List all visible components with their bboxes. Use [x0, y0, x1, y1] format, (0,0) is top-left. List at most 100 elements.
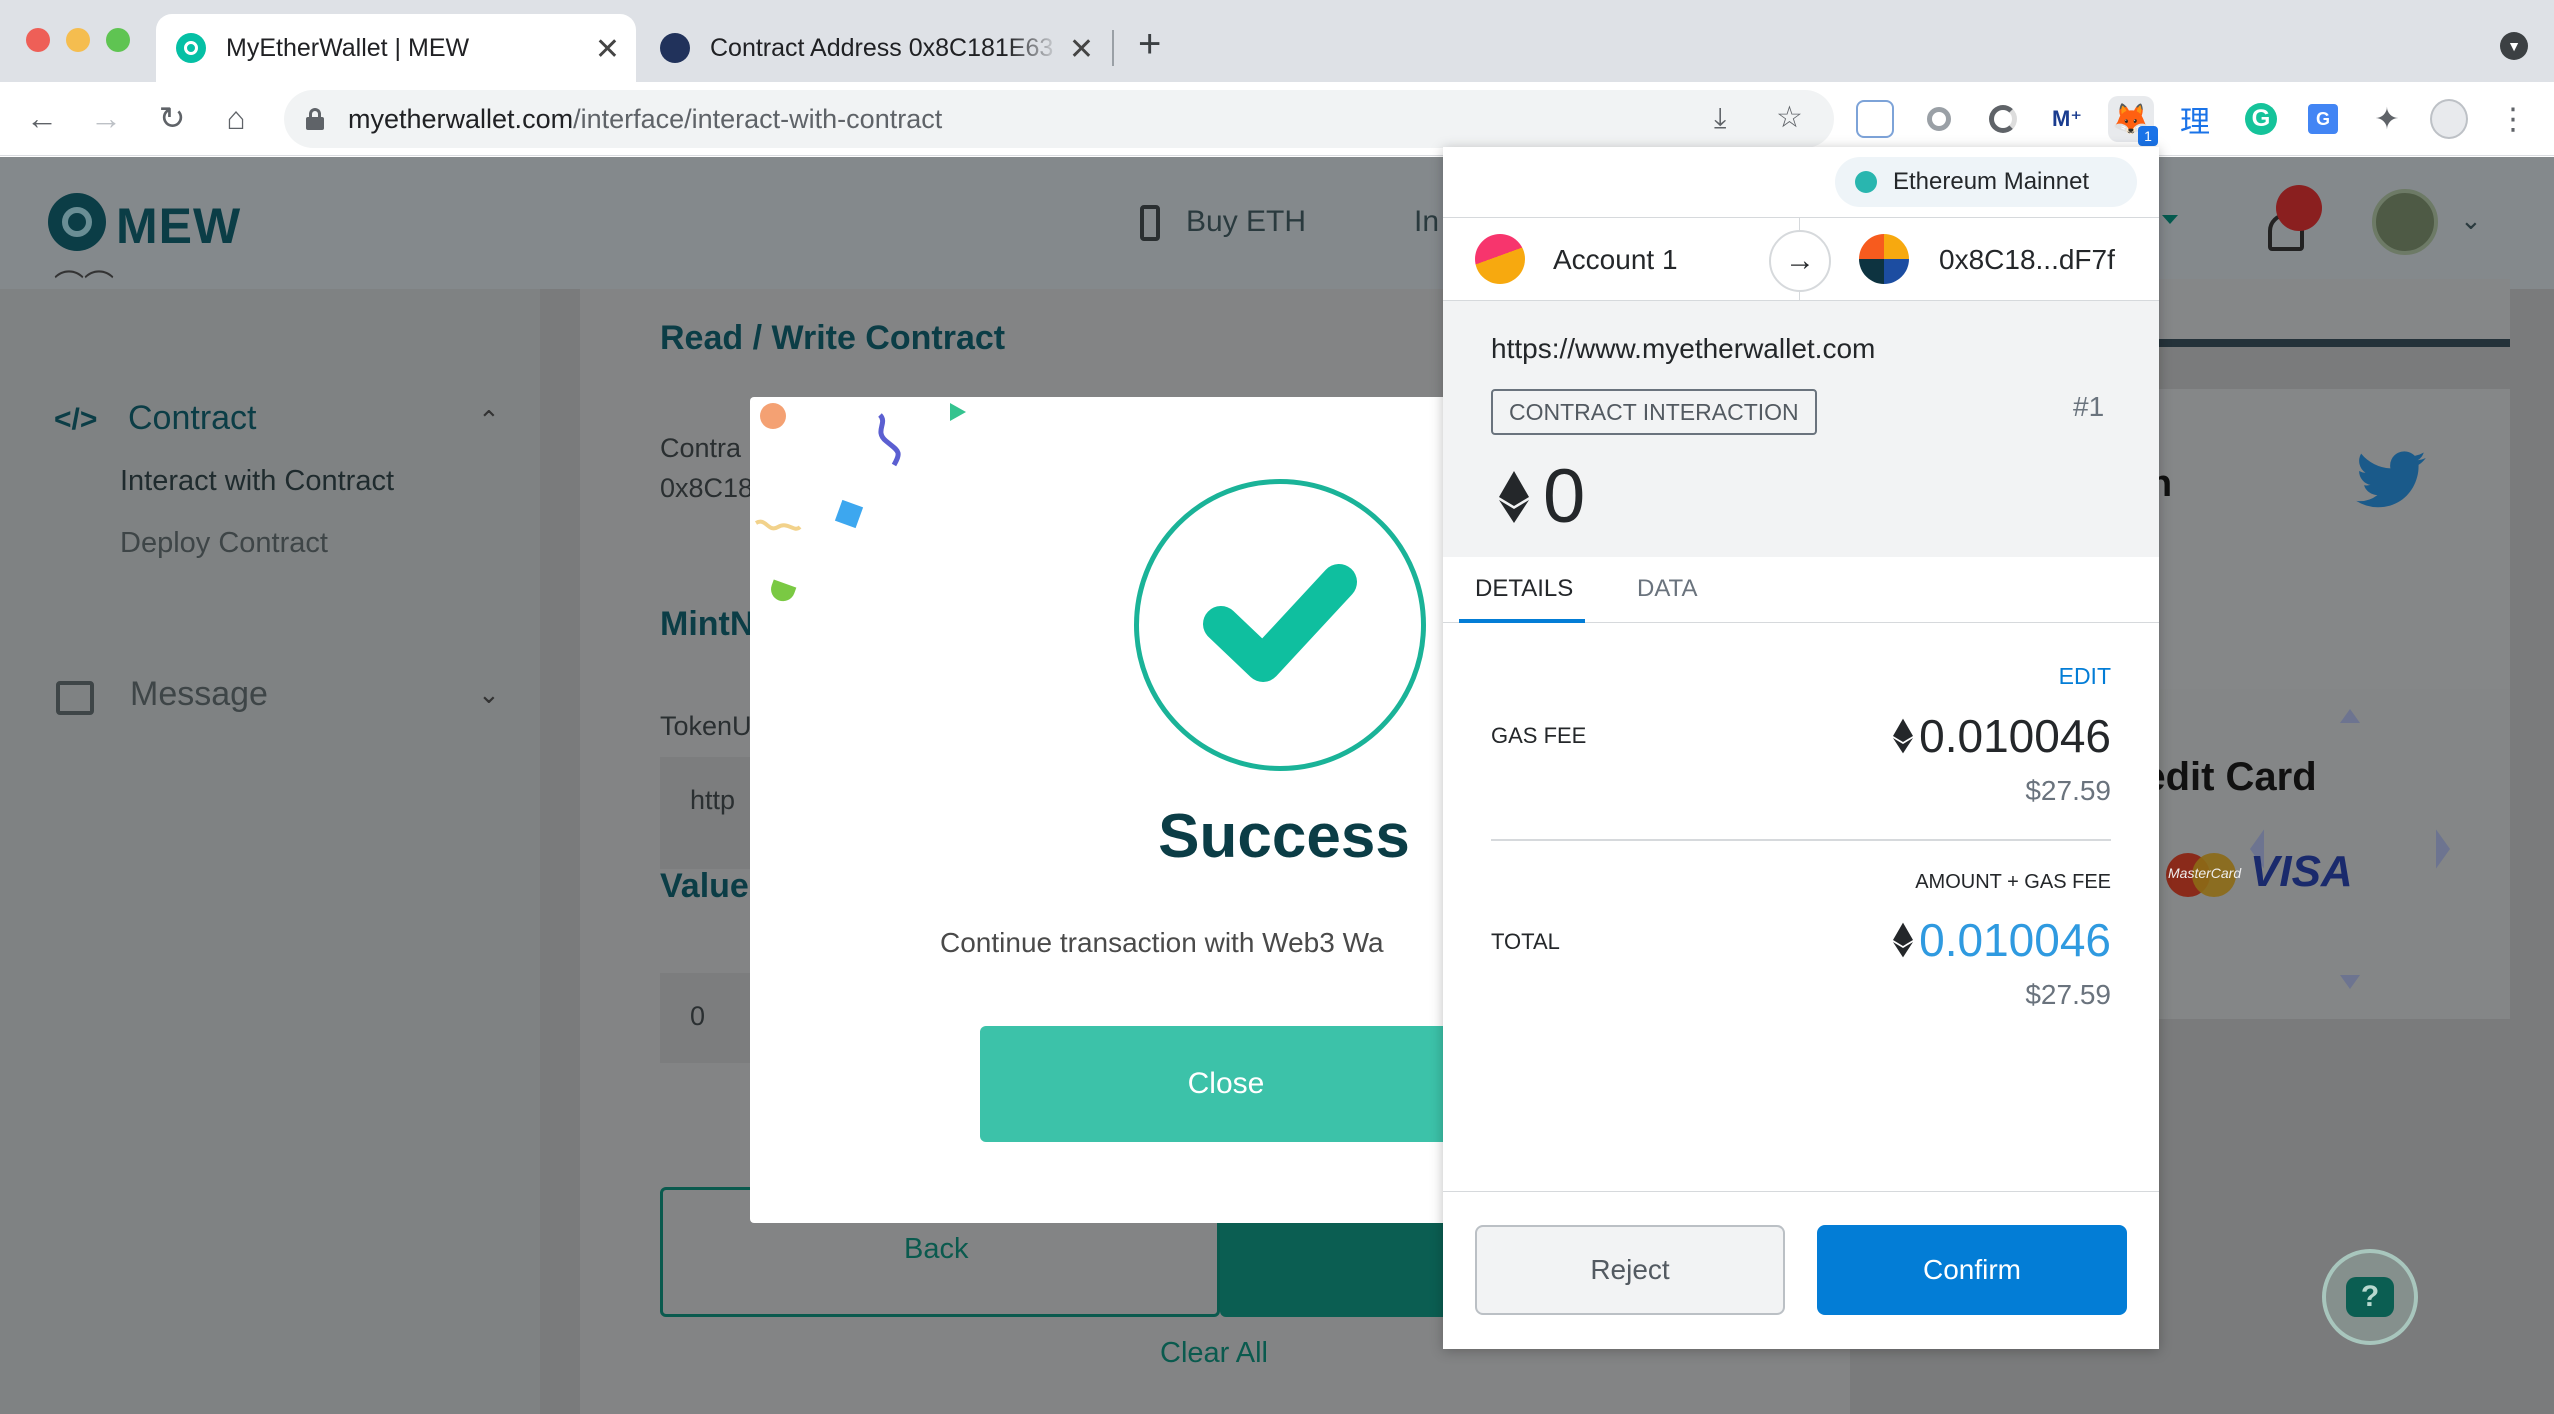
contract-interaction-badge: CONTRACT INTERACTION	[1491, 389, 1817, 435]
twitter-icon[interactable]	[2356, 451, 2426, 509]
success-check-icon	[1134, 479, 1426, 771]
clear-all-link[interactable]: Clear All	[1160, 1337, 1268, 1370]
extension-swirl-icon[interactable]	[1984, 100, 2022, 138]
account-avatar-icon	[1475, 234, 1525, 284]
metamask-popup: Ethereum Mainnet Account 1 → 0x8C18...dF…	[1443, 147, 2159, 1349]
grammarly-icon[interactable]: G	[2242, 100, 2280, 138]
confetti-piece	[767, 579, 797, 605]
mew-header: MEW Buy ETH In ⌄	[0, 157, 2554, 289]
account-avatar[interactable]	[2372, 189, 2438, 255]
origin-url: https://www.myetherwallet.com	[1491, 333, 1876, 364]
reload-icon[interactable]: ↻	[150, 96, 194, 140]
recipient-address: 0x8C18...dF7f	[1939, 244, 2115, 275]
window-maximize-button[interactable]	[106, 28, 130, 52]
eth-diamond-icon	[1893, 922, 1914, 958]
window-close-button[interactable]	[26, 28, 50, 52]
token-uri-value: http	[690, 785, 736, 815]
code-icon: </>	[54, 403, 98, 436]
tab-contract-address[interactable]: Contract Address 0x8C181E63 ✕	[640, 14, 1110, 82]
confirm-button[interactable]: Confirm	[1817, 1225, 2127, 1315]
extension-m-icon[interactable]: M⁺	[2048, 100, 2086, 138]
confetti-piece	[760, 403, 786, 429]
metamask-fox-icon[interactable]: 🦊 1	[2108, 96, 2158, 146]
sidebar-partial-item: ⌒⌒	[54, 270, 114, 303]
account-name: Account 1	[1553, 244, 1678, 275]
address-bar[interactable]: myetherwallet.com/interface/interact-wit…	[284, 90, 1834, 148]
network-status-dot	[1855, 171, 1877, 193]
tab-data[interactable]: DATA	[1637, 575, 1697, 603]
mastercard-logo: MasterCard	[2166, 853, 2241, 897]
account-chevron-icon[interactable]: ⌄	[2460, 205, 2482, 236]
new-tab-plus-icon[interactable]: +	[1138, 22, 1161, 67]
tab-details[interactable]: DETAILS	[1459, 557, 1585, 623]
etherscan-favicon-icon	[660, 33, 690, 63]
gas-fee-eth: 0.010046	[1893, 709, 2111, 763]
sidebar-item-deploy[interactable]: Deploy Contract	[120, 527, 328, 560]
close-button[interactable]: Close	[980, 1026, 1450, 1142]
extension-kanji-icon[interactable]: 理	[2176, 100, 2214, 139]
back-arrow-icon[interactable]: ←	[20, 96, 64, 140]
browser-menu-icon[interactable]: ⋮	[2494, 100, 2532, 138]
confetti-piece	[872, 411, 912, 471]
profile-avatar-icon[interactable]	[2430, 99, 2468, 139]
close-button-label: Close	[1187, 1067, 1265, 1100]
tab-search-chevron-icon[interactable]: ▼	[2500, 32, 2528, 60]
mew-favicon-icon	[176, 33, 206, 63]
nav-dropdown-chevron-icon[interactable]	[2162, 215, 2178, 224]
window-minimize-button[interactable]	[66, 28, 90, 52]
bookmark-star-icon[interactable]: ☆	[1776, 100, 1803, 135]
method-heading: MintN	[660, 605, 755, 643]
tab-details-label: DETAILS	[1475, 575, 1574, 602]
sidebar-item-interact[interactable]: Interact with Contract	[120, 465, 394, 498]
arrow-right-icon: →	[1769, 230, 1831, 292]
visa-logo: VISA	[2250, 847, 2353, 896]
token-uri-label: TokenU	[660, 711, 752, 741]
forward-arrow-icon[interactable]: →	[84, 96, 128, 140]
nav-buy-eth[interactable]: Buy ETH	[1186, 205, 1306, 239]
help-question-icon: ?	[2346, 1277, 2394, 1317]
install-app-icon[interactable]: ⤓	[1714, 102, 1726, 135]
back-button-label: Back	[904, 1233, 969, 1265]
edit-gas-link[interactable]: EDIT	[2059, 663, 2111, 690]
message-icon	[56, 681, 94, 715]
network-selector[interactable]: Ethereum Mainnet	[1835, 157, 2137, 207]
extension-circle-icon[interactable]	[1920, 100, 1958, 138]
url-host: myetherwallet.com	[348, 104, 574, 134]
total-eth-value: 0.010046	[1919, 914, 2111, 966]
total-usd: $27.59	[2025, 979, 2111, 1010]
sidebar-contract-label[interactable]: Contract	[128, 399, 257, 438]
notification-dot	[2276, 185, 2322, 231]
success-modal: Success Continue transaction with Web3 W…	[750, 397, 1450, 1223]
reject-button[interactable]: Reject	[1475, 1225, 1785, 1315]
confetti-piece	[834, 499, 864, 529]
confetti-piece	[754, 515, 804, 541]
metamask-header: Ethereum Mainnet	[1443, 147, 2159, 217]
message-chevron-down-icon[interactable]: ⌄	[478, 679, 500, 710]
recipient-avatar-icon	[1859, 234, 1909, 284]
gas-fee-usd: $27.59	[2025, 775, 2111, 806]
tab-close-icon[interactable]: ✕	[595, 32, 620, 67]
nav-partial[interactable]: In	[1414, 205, 1439, 239]
tab-title: MyEtherWallet | MEW	[226, 33, 470, 62]
reject-button-label: Reject	[1590, 1254, 1670, 1285]
sidebar-message-label[interactable]: Message	[130, 675, 268, 714]
browser-toolbar: ← → ↻ ⌂ myetherwallet.com/interface/inte…	[0, 82, 2554, 156]
eth-diamond-icon	[1499, 471, 1529, 523]
contract-chevron-up-icon[interactable]: ⌃	[478, 405, 500, 436]
home-icon[interactable]: ⌂	[214, 96, 258, 140]
lock-icon	[306, 108, 324, 130]
mew-logo-text: MEW	[116, 198, 242, 254]
total-label: TOTAL	[1491, 929, 1560, 954]
transaction-amount: 0	[1543, 454, 1586, 539]
extensions-puzzle-icon[interactable]: ✦	[2368, 100, 2406, 138]
help-chat-button[interactable]: ?	[2322, 1249, 2418, 1345]
footer-divider	[1443, 1191, 2159, 1192]
mew-logo-icon[interactable]	[48, 193, 106, 251]
amount-gas-label: AMOUNT + GAS FEE	[1915, 871, 2111, 893]
metamask-tabs: DETAILS DATA	[1443, 557, 2159, 623]
gas-fee-eth-value: 0.010046	[1919, 710, 2111, 762]
google-translate-icon[interactable]: G	[2304, 100, 2342, 138]
tab-myetherwallet[interactable]: MyEtherWallet | MEW ✕	[156, 14, 636, 82]
tab-close-icon[interactable]: ✕	[1069, 32, 1094, 67]
extension-window-icon[interactable]	[1856, 100, 1894, 138]
